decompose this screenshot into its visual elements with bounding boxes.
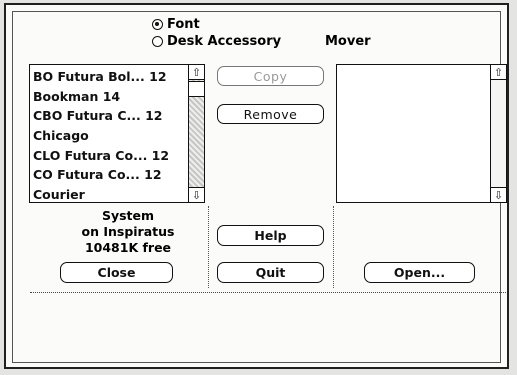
target-list-scrollbar[interactable]: ⇧ ⇩ [490,65,506,202]
radio-desk-accessory-label: Desk Accessory [167,34,282,49]
list-item[interactable]: CLO Futura Co... 12 [33,146,186,166]
font-list-items: BO Futura Bol... 12 Bookman 14 CBO Futur… [33,67,186,205]
radio-unselected-icon [152,36,163,47]
list-item[interactable]: CBO Futura C... 12 [33,106,186,126]
help-button[interactable]: Help [217,225,324,246]
list-item[interactable]: Chicago [33,126,186,146]
radio-selected-icon [152,19,163,30]
list-item[interactable]: Courier [33,185,186,205]
quit-button[interactable]: Quit [217,262,324,283]
volume-free-space: 10481K free [84,240,172,255]
scroll-thumb[interactable] [189,81,204,97]
copy-button[interactable]: Copy [217,66,324,86]
window-title: Mover [325,34,371,49]
divider [30,292,506,293]
arrow-up-icon[interactable]: ⇧ [189,65,204,80]
list-item[interactable]: Bookman 14 [33,87,186,107]
remove-button[interactable]: Remove [217,104,324,124]
font-da-mover-dialog: Font Desk Accessory Mover BO Futura Bol.… [4,3,509,369]
arrow-up-icon[interactable]: ⇧ [491,65,506,80]
font-list-scrollbar[interactable]: ⇧ ⇩ [188,65,204,202]
divider [333,206,334,288]
list-item[interactable]: BO Futura Bol... 12 [33,67,186,87]
arrow-down-icon[interactable]: ⇩ [491,187,506,202]
divider [208,206,209,288]
arrow-down-icon[interactable]: ⇩ [189,187,204,202]
radio-font-label: Font [167,17,200,32]
volume-file-name: System [101,208,155,223]
volume-info: System on Inspiratus 10481K free [63,208,193,256]
volume-disk-name: on Inspiratus [81,224,175,239]
radio-desk-accessory[interactable]: Desk Accessory [152,34,281,49]
radio-font[interactable]: Font [152,17,200,32]
font-list[interactable]: BO Futura Bol... 12 Bookman 14 CBO Futur… [29,64,205,203]
list-item[interactable]: CO Futura Co... 12 [33,165,186,185]
open-button[interactable]: Open... [364,262,475,283]
target-list[interactable]: ⇧ ⇩ [336,64,507,203]
close-button[interactable]: Close [60,262,173,283]
